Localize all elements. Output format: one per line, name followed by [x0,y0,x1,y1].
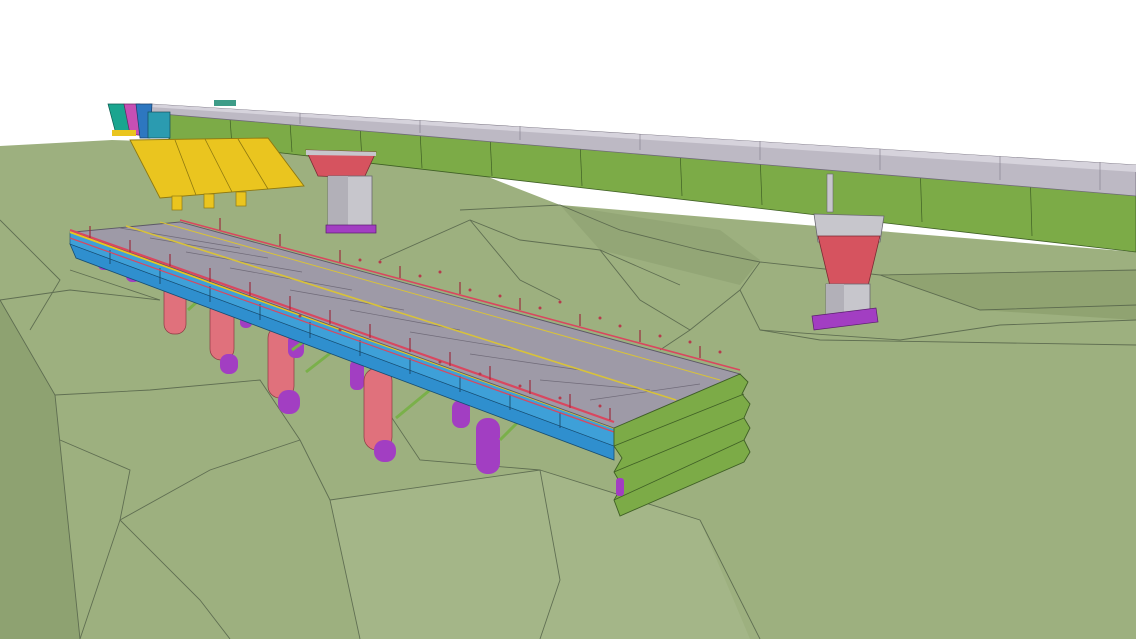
bridge-model-viewport[interactable] [0,0,1136,639]
